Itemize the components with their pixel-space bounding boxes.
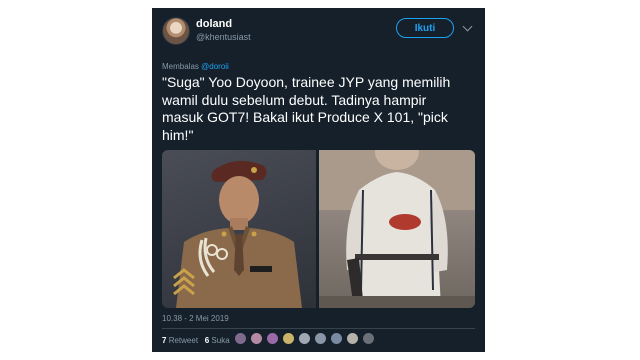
liker-avatar[interactable] [314,332,327,345]
tweet-text-line: "Suga" Yoo Doyoon, trainee JYP yang memi… [162,74,451,90]
liker-avatar[interactable] [266,332,279,345]
reply-mention-link[interactable]: @doroii [201,62,229,71]
chevron-down-icon[interactable] [462,21,473,32]
author-avatar[interactable] [162,17,190,45]
liker-avatar[interactable] [298,332,311,345]
child-outfit-illustration [319,150,475,308]
retweet-count[interactable]: 7 [162,336,166,345]
like-count[interactable]: 6 [205,336,209,345]
like-label[interactable]: Suka [211,336,229,345]
tweet-card: doland @khentusiast Ikuti Membalas @doro… [152,8,485,352]
liker-avatar[interactable] [282,332,295,345]
tweet-text: "Suga" Yoo Doyoon, trainee JYP yang memi… [162,74,478,144]
reply-context: Membalas @doroii [162,62,229,71]
author-display-name[interactable]: doland [196,18,232,30]
tweet-timestamp[interactable]: 10.38 - 2 Mei 2019 [162,314,229,323]
reply-prefix: Membalas [162,62,199,71]
liker-avatar[interactable] [330,332,343,345]
tweet-media [162,150,475,308]
liker-avatar[interactable] [250,332,263,345]
liker-avatars [234,332,378,346]
engagement-stats: 7 Retweet 6 Suka [162,336,230,345]
tweet-text-line: wamil dulu sebelum debut. Tadinya hampir [162,91,427,108]
tweet-text-line: masuk GOT7! Bakal ikut Produce X 101, "p… [162,109,448,125]
divider [162,328,475,329]
military-portrait-illustration [173,160,302,308]
child-outfit-photo[interactable] [319,150,475,308]
liker-avatar[interactable] [234,332,247,345]
tweet-text-line: him!" [162,126,194,143]
military-portrait-photo[interactable] [162,150,316,308]
tweet-header: doland @khentusiast Ikuti [152,8,485,48]
liker-avatar[interactable] [362,332,375,345]
follow-button[interactable]: Ikuti [396,18,454,38]
author-handle[interactable]: @khentusiast [196,32,251,42]
liker-avatar[interactable] [346,332,359,345]
retweet-label[interactable]: Retweet [169,336,198,345]
